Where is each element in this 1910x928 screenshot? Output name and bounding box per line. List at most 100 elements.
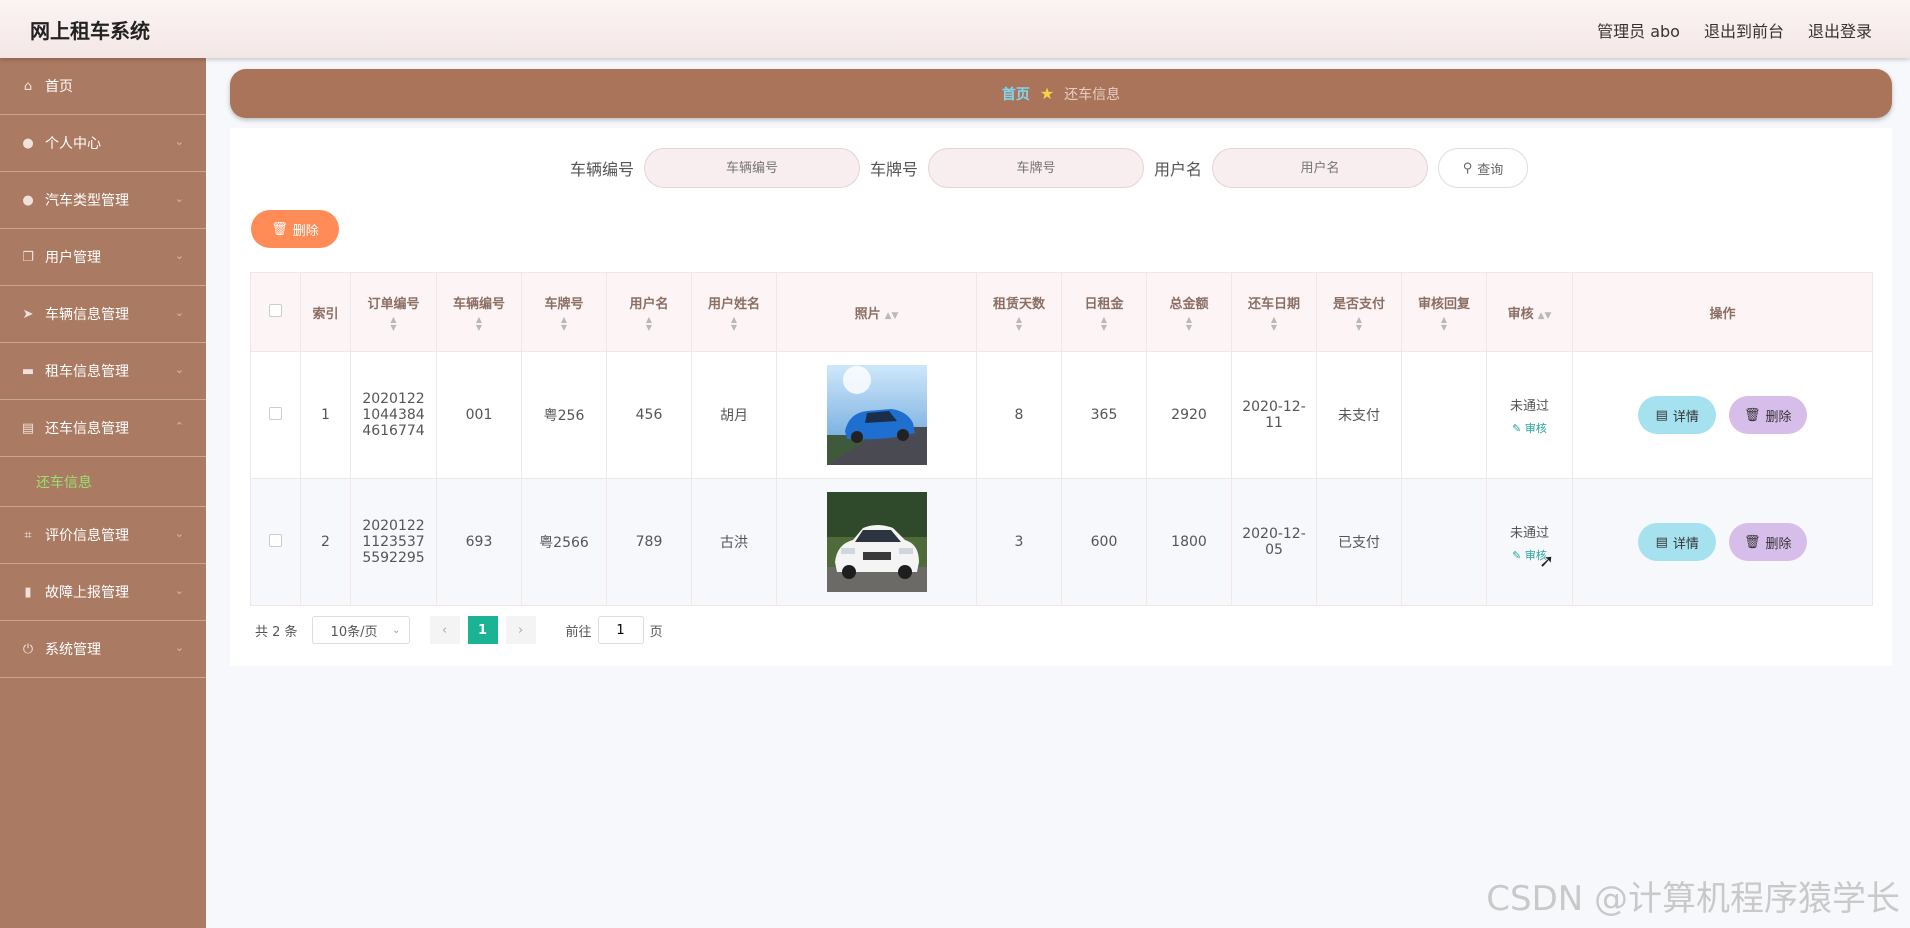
table-header-row: 索引 订单编号 ▲ ▼ 车辆编号 ▲ ▼ 车牌号 ▲ ▼ 用户名 ▲ ▼ 用户姓名 ▲ ▼ 照片 ▲▼…: [250, 272, 1873, 352]
prev-page-button[interactable]: ‹: [429, 616, 460, 644]
col-total[interactable]: 总金额 ▲ ▼: [1146, 272, 1232, 352]
row-checkbox[interactable]: [269, 406, 282, 420]
sidebar-item-system[interactable]: ⏻ 系统管理 ⌄: [0, 621, 206, 678]
col-vehicle-no[interactable]: 车辆编号 ▲ ▼: [436, 272, 522, 352]
row-checkbox[interactable]: [269, 533, 282, 547]
trash-icon: 🗑: [271, 221, 288, 237]
sidebar-item-vehicles[interactable]: ➤ 车辆信息管理 ⌄: [0, 286, 206, 343]
username-input[interactable]: [1212, 148, 1429, 188]
search-form: 车辆编号 车牌号 用户名 ⚲ 查询: [570, 148, 1529, 188]
sidebar-item-label: 用户管理: [45, 250, 101, 266]
sidebar-item-label: 还车信息管理: [45, 421, 129, 437]
audit-link[interactable]: ✎ 审核: [1487, 547, 1572, 563]
cell-username: 789: [606, 478, 692, 606]
goto-page-input[interactable]: [597, 616, 644, 644]
sidebar-item-car-type[interactable]: ● 汽车类型管理 ⌄: [0, 172, 206, 229]
app-title: 网上租车系统: [30, 19, 150, 43]
chevron-left-icon: ‹: [441, 622, 448, 638]
col-plate[interactable]: 车牌号 ▲ ▼: [521, 272, 607, 352]
cell-daily-rent: 600: [1061, 478, 1147, 606]
sort-icon[interactable]: ▲▼: [1062, 315, 1146, 332]
breadcrumb-home[interactable]: 首页: [1002, 84, 1030, 104]
detail-button[interactable]: ▤ 详情: [1638, 396, 1717, 434]
sidebar-item-rentals[interactable]: ▬ 租车信息管理 ⌄: [0, 343, 206, 400]
batch-delete-button[interactable]: 🗑 删除: [251, 210, 339, 248]
edit-icon: ✎: [1512, 421, 1522, 435]
csdn-watermark: CSDN @计算机程序猿学长: [1486, 879, 1900, 919]
sort-icon[interactable]: ▲▼: [607, 315, 691, 332]
sidebar-subitem-return-info[interactable]: 还车信息: [0, 457, 206, 507]
sidebar-item-reviews[interactable]: ⌗ 评价信息管理 ⌄: [0, 507, 206, 564]
next-page-button[interactable]: ›: [505, 616, 536, 644]
blue-car-photo: [826, 365, 927, 465]
exit-to-front-link[interactable]: 退出到前台: [1704, 18, 1784, 42]
detail-button[interactable]: ▤ 详情: [1638, 523, 1717, 561]
cell-actions: ▤ 详情 🗑 删除: [1572, 478, 1873, 606]
cell-username: 456: [606, 351, 692, 479]
logout-link[interactable]: 退出登录: [1808, 18, 1872, 42]
sort-icon[interactable]: ▲▼: [1402, 315, 1486, 332]
row-delete-button[interactable]: 🗑 删除: [1728, 396, 1807, 434]
sidebar-item-home[interactable]: ⌂ 首页: [0, 58, 206, 115]
sort-icon[interactable]: ▲▼: [351, 315, 436, 332]
col-paid[interactable]: 是否支付 ▲ ▼: [1316, 272, 1402, 352]
sidebar-item-users[interactable]: ❐ 用户管理 ⌄: [0, 229, 206, 286]
sort-icon[interactable]: ▲▼: [885, 311, 899, 321]
sidebar-item-label: 个人中心: [45, 136, 101, 152]
user-icon: ●: [22, 192, 34, 208]
table-row: 1 2020122 1044384 4616774 001 粤256 456 胡…: [250, 351, 1873, 479]
document-icon: ▤: [1655, 534, 1668, 550]
user-icon: ●: [22, 135, 34, 151]
sort-icon[interactable]: ▲▼: [1538, 311, 1552, 321]
sort-icon[interactable]: ▲▼: [977, 315, 1061, 332]
col-daily-rent[interactable]: 日租金 ▲ ▼: [1061, 272, 1147, 352]
plate-input[interactable]: [928, 148, 1145, 188]
row-delete-button[interactable]: 🗑 删除: [1728, 523, 1807, 561]
audit-link[interactable]: ✎ 审核: [1487, 420, 1572, 436]
cell-return-date: 2020-12- 05: [1231, 478, 1317, 606]
sidebar-item-label: 租车信息管理: [45, 364, 129, 380]
col-index: 索引: [300, 272, 351, 352]
sidebar-item-label: 评价信息管理: [45, 528, 129, 544]
col-order-no[interactable]: 订单编号 ▲ ▼: [350, 272, 437, 352]
col-return-date[interactable]: 还车日期 ▲ ▼: [1231, 272, 1317, 352]
sidebar-item-label: 汽车类型管理: [45, 193, 129, 209]
col-photo[interactable]: 照片 ▲▼: [776, 272, 977, 352]
col-days[interactable]: 租赁天数 ▲ ▼: [976, 272, 1062, 352]
vehicle-no-input[interactable]: [644, 148, 861, 188]
col-audit[interactable]: 审核 ▲▼: [1486, 272, 1573, 352]
sort-icon[interactable]: ▲▼: [1317, 315, 1401, 332]
col-username[interactable]: 用户名 ▲ ▼: [606, 272, 692, 352]
page-suffix: 页: [649, 624, 663, 640]
cell-audit-reply: [1401, 351, 1487, 479]
cell-name: 古洪: [691, 478, 777, 606]
sidebar-item-personal-center[interactable]: ● 个人中心 ⌄: [0, 115, 206, 172]
select-all-checkbox[interactable]: [269, 303, 282, 317]
sidebar-item-faults[interactable]: ▮ 故障上报管理 ⌄: [0, 564, 206, 621]
select-all-cell[interactable]: [250, 272, 301, 352]
sort-icon[interactable]: ▲▼: [437, 315, 521, 332]
sort-icon[interactable]: ▲▼: [522, 315, 606, 332]
sort-icon[interactable]: ▲▼: [692, 315, 776, 332]
col-name[interactable]: 用户姓名 ▲ ▼: [691, 272, 777, 352]
query-label: 查询: [1477, 162, 1504, 178]
page-number-current[interactable]: 1: [467, 616, 498, 644]
sidebar-item-label: 首页: [45, 79, 73, 95]
username-label: 用户名: [1154, 160, 1203, 179]
top-nav: 管理员 abo 退出到前台 退出登录: [1597, 18, 1872, 42]
sidebar-item-returns[interactable]: ▤ 还车信息管理 ⌃: [0, 400, 206, 457]
cell-name: 胡月: [691, 351, 777, 479]
vehicle-no-label: 车辆编号: [570, 160, 635, 179]
cell-paid: 未支付: [1316, 351, 1402, 479]
page-size-select[interactable]: 10条/页 ⌄: [311, 616, 410, 644]
audit-status: 未通过: [1509, 525, 1549, 541]
sidebar: ⌂ 首页 ● 个人中心 ⌄ ● 汽车类型管理 ⌄ ❐ 用户管理 ⌄ ➤ 车辆信息…: [0, 58, 206, 928]
cell-audit-reply: [1401, 478, 1487, 606]
query-button[interactable]: ⚲ 查询: [1438, 148, 1529, 188]
sidebar-item-label: 系统管理: [45, 642, 101, 658]
sort-icon[interactable]: ▲▼: [1232, 315, 1316, 332]
send-icon: ➤: [22, 306, 34, 322]
sort-icon[interactable]: ▲▼: [1147, 315, 1231, 332]
cell-photo: [776, 478, 977, 606]
col-audit-reply[interactable]: 审核回复 ▲ ▼: [1401, 272, 1487, 352]
